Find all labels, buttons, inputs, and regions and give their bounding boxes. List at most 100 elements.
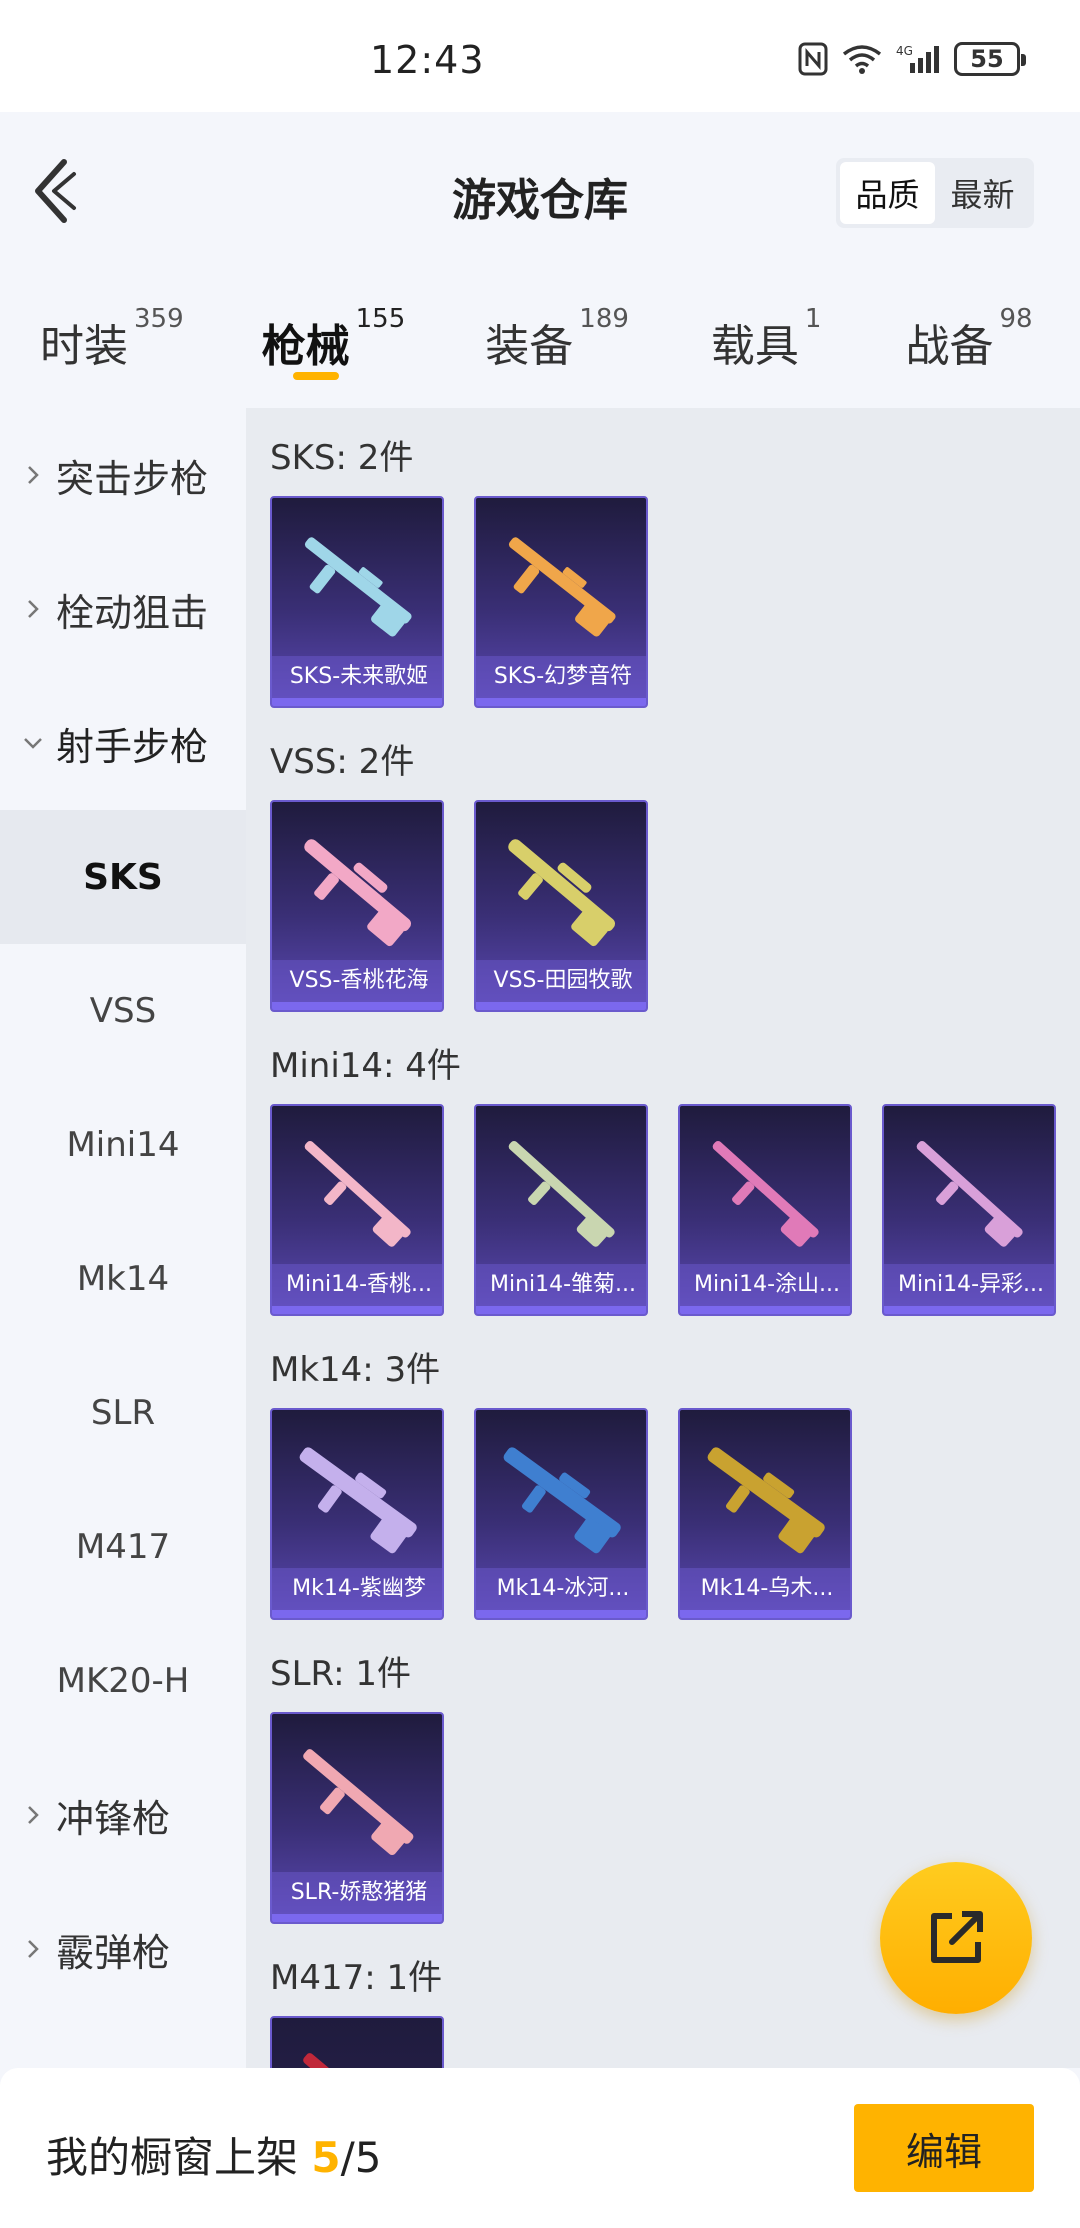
item-card[interactable]: SLR-娇憨猪猪	[270, 1712, 444, 1924]
rarity-bar	[272, 1610, 442, 1618]
status-bar: 12:43 4G 55	[0, 0, 1080, 112]
item-card[interactable]: VSS-田园牧歌	[474, 800, 648, 1012]
tab-vehicles[interactable]: 载具 1	[711, 272, 822, 408]
sidebar-category-assault-rifle[interactable]: 突击步枪	[0, 408, 246, 542]
gun-skin-icon	[303, 2053, 414, 2068]
sidebar-item-label: Mk14	[76, 1259, 170, 1299]
sidebar-item-vss[interactable]: VSS	[0, 944, 246, 1078]
tab-count: 1	[804, 304, 822, 334]
tab-label: 装备	[485, 321, 574, 372]
sort-quality-option[interactable]: 品质	[840, 162, 935, 224]
item-name: Mini14-香桃...	[272, 1264, 442, 1306]
sidebar-category-label: 栓动狙击	[56, 590, 209, 635]
tab-equipment[interactable]: 装备 189	[485, 272, 629, 408]
rarity-bar	[272, 1306, 442, 1314]
tab-count: 189	[579, 304, 629, 334]
item-name: Mini14-雏菊...	[476, 1264, 646, 1306]
rarity-bar	[680, 1306, 850, 1314]
showcase-status: 我的橱窗上架 5/5	[46, 2124, 382, 2185]
rarity-bar	[476, 1002, 646, 1010]
sidebar-category-label: 射手步枪	[56, 724, 209, 769]
sidebar-item-mk14[interactable]: Mk14	[0, 1212, 246, 1346]
category-tabs: 时装 359 枪械 155 装备 189 载具 1 战备 98	[0, 272, 1080, 408]
sidebar-item-label: SLR	[90, 1393, 156, 1433]
share-external-icon	[931, 1911, 983, 1963]
battery-indicator: 55	[954, 42, 1026, 76]
sidebar-item-slr[interactable]: SLR	[0, 1346, 246, 1480]
showcase-label: 我的橱窗上架	[46, 2133, 299, 2182]
gun-skin-icon	[916, 1141, 1023, 1247]
item-card[interactable]: SKS-幻梦音符	[474, 496, 648, 708]
item-card[interactable]: Mini14-异彩...	[882, 1104, 1056, 1316]
item-card[interactable]: SKS-未来歌姬	[270, 496, 444, 708]
tab-label: 枪械	[261, 321, 350, 372]
tab-label: 时装	[40, 321, 128, 372]
chevron-right-icon	[28, 1940, 39, 1958]
item-card[interactable]: Mk14-冰河...	[474, 1408, 648, 1620]
tab-guns[interactable]: 枪械 155	[261, 272, 405, 408]
sort-newest-option[interactable]: 最新	[935, 162, 1030, 224]
sidebar: 突击步枪 栓动狙击 射手步枪 SKS VSS Mini14 Mk14 SLR M…	[0, 408, 246, 2068]
item-name: Mk14-冰河...	[476, 1568, 646, 1610]
sidebar-item-mini14[interactable]: Mini14	[0, 1078, 246, 1212]
item-card[interactable]: Mini14-雏菊...	[474, 1104, 648, 1316]
item-name: VSS-香桃花海	[272, 960, 442, 1002]
item-card[interactable]: Mini14-涂山...	[678, 1104, 852, 1316]
sidebar-item-m417[interactable]: M417	[0, 1480, 246, 1614]
item-name: Mk14-乌木...	[680, 1568, 850, 1610]
item-name: SLR-娇憨猪猪	[272, 1872, 442, 1914]
status-icons: 4G 55	[798, 42, 1026, 76]
showcase-separator: /	[340, 2133, 355, 2182]
group-title-vss: VSS: 2件	[270, 742, 415, 782]
group-title-mini14: Mini14: 4件	[270, 1046, 461, 1086]
sidebar-item-label: Mini14	[66, 1125, 180, 1165]
edit-button[interactable]: 编辑	[854, 2104, 1034, 2192]
rarity-bar	[476, 1306, 646, 1314]
gun-skin-icon	[303, 1749, 414, 1855]
gun-skin-icon	[304, 537, 412, 637]
item-card-partial[interactable]	[270, 2016, 444, 2068]
item-name: Mini14-异彩...	[884, 1264, 1054, 1306]
sidebar-item-label: M417	[75, 1527, 171, 1567]
item-name: SKS-未来歌姬	[272, 656, 442, 698]
sidebar-item-sks[interactable]: SKS	[0, 810, 246, 944]
nfc-icon	[798, 42, 828, 76]
item-name: SKS-幻梦音符	[476, 656, 646, 698]
share-button[interactable]	[880, 1862, 1032, 2014]
wifi-icon	[842, 44, 882, 74]
chevron-right-icon	[28, 1806, 39, 1824]
showcase-current-count: 5	[311, 2133, 341, 2182]
tab-label: 战备	[905, 321, 994, 372]
item-name: Mk14-紫幽梦	[272, 1568, 442, 1610]
gun-skin-icon	[712, 1141, 819, 1247]
sidebar-category-label: 突击步枪	[56, 456, 209, 501]
rarity-bar	[476, 698, 646, 706]
sidebar-item-label: MK20-H	[56, 1661, 190, 1701]
tab-fashion[interactable]: 时装 359	[40, 272, 184, 408]
item-card[interactable]: Mini14-香桃...	[270, 1104, 444, 1316]
cellular-signal-icon: 4G	[896, 43, 940, 75]
sidebar-category-bolt-sniper[interactable]: 栓动狙击	[0, 542, 246, 676]
sidebar-category-smg[interactable]: 冲锋枪	[0, 1748, 246, 1882]
item-card[interactable]: Mk14-紫幽梦	[270, 1408, 444, 1620]
gun-skin-icon	[508, 839, 616, 947]
tab-label: 载具	[710, 321, 799, 372]
showcase-total-count: 5	[354, 2133, 382, 2182]
tab-supplies[interactable]: 战备 98	[905, 272, 1032, 408]
item-card[interactable]: VSS-香桃花海	[270, 800, 444, 1012]
sidebar-category-marksman-rifle[interactable]: 射手步枪	[0, 676, 246, 810]
gun-skin-icon	[707, 1447, 825, 1554]
sidebar-item-label: SKS	[83, 856, 163, 898]
chevron-right-icon	[28, 466, 39, 484]
sidebar-item-mk20h[interactable]: MK20-H	[0, 1614, 246, 1748]
sidebar-item-label: VSS	[89, 991, 157, 1031]
group-title-sks: SKS: 2件	[270, 438, 414, 478]
sidebar-category-shotgun[interactable]: 霰弹枪	[0, 1882, 246, 2016]
status-time: 12:43	[370, 38, 485, 82]
tab-count: 98	[999, 304, 1033, 334]
rarity-bar	[272, 698, 442, 706]
item-card[interactable]: Mk14-乌木...	[678, 1408, 852, 1620]
gun-skin-icon	[508, 537, 616, 637]
group-title-m417: M417: 1件	[270, 1958, 443, 1998]
chevron-right-icon	[28, 600, 39, 618]
